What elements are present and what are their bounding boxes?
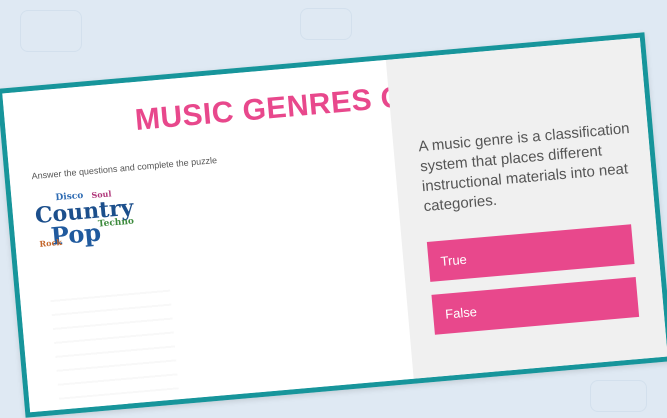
genre-word-cloud-image: Disco Soul Country Pop Techno Rock — [33, 187, 138, 255]
word-cloud-word: Techno — [97, 216, 135, 230]
quiz-question-panel: A music genre is a classification system… — [385, 37, 667, 379]
quiz-instructions: Answer the questions and complete the pu… — [31, 155, 218, 182]
background-doodle — [300, 8, 352, 40]
faint-puzzle-area — [49, 279, 179, 400]
question-text: A music genre is a classification system… — [417, 120, 631, 216]
quiz-card: MUSIC GENRES QUIZZ Answer the questions … — [0, 32, 667, 418]
background-doodle — [20, 10, 82, 52]
quiz-left-pane: MUSIC GENRES QUIZZ Answer the questions … — [2, 59, 474, 413]
true-answer-button[interactable]: True — [426, 224, 635, 282]
false-answer-button[interactable]: False — [431, 276, 640, 335]
background-doodle — [590, 380, 647, 412]
word-cloud-word: Rock — [39, 236, 63, 249]
